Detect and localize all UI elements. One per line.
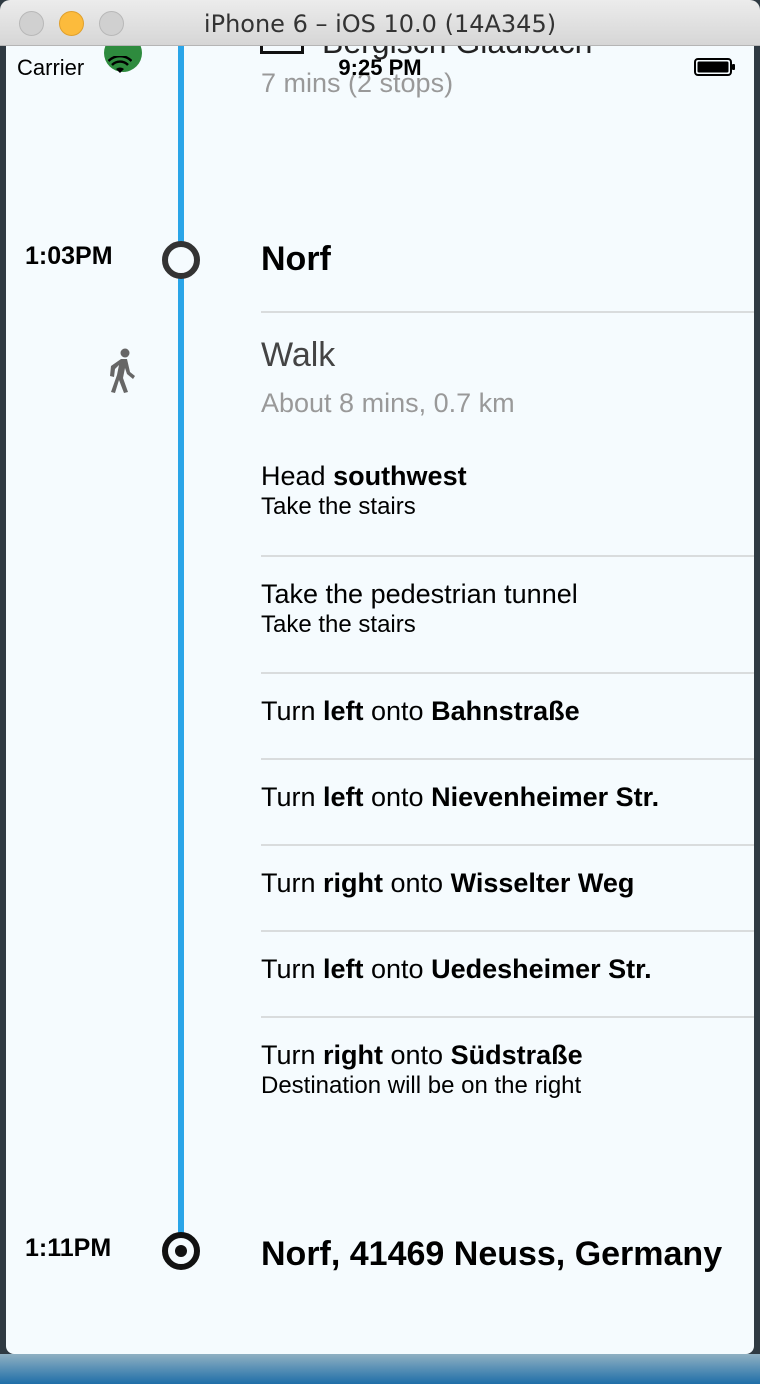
destination-dot: [175, 1245, 187, 1257]
walk-title: Walk: [261, 336, 336, 374]
desktop-background: [0, 1354, 760, 1384]
divider: [261, 311, 754, 313]
walking-person-icon: [110, 348, 135, 393]
simulator-window: iPhone 6 – iOS 10.0 (14A345) Bergisch Gl…: [0, 0, 760, 1384]
direction-step[interactable]: Turn right onto Wisselter Weg: [261, 867, 741, 899]
direction-step[interactable]: Turn left onto Uedesheimer Str.: [261, 953, 741, 985]
phone-screen: Bergisch Gladbach 7 mins (2 stops) Carri…: [6, 46, 754, 1354]
step-instruction: Turn left onto Uedesheimer Str.: [261, 954, 652, 984]
battery-icon: [694, 58, 735, 76]
stop-name: Norf: [261, 240, 331, 278]
window-title: iPhone 6 – iOS 10.0 (14A345): [203, 10, 557, 38]
divider: [261, 1016, 754, 1018]
step-instruction: Take the pedestrian tunnel: [261, 579, 578, 609]
divider: [261, 844, 754, 846]
step-instruction: Turn right onto Südstraße: [261, 1040, 583, 1070]
direction-step[interactable]: Turn right onto Südstraße Destination wi…: [261, 1039, 741, 1101]
step-note: Take the stairs: [261, 493, 416, 520]
timeline-line: [178, 46, 184, 1234]
direction-step[interactable]: Take the pedestrian tunnel Take the stai…: [261, 578, 741, 640]
direction-step[interactable]: Turn left onto Nievenheimer Str.: [261, 781, 741, 813]
step-note: Take the stairs: [261, 611, 416, 638]
stop-time: 1:03PM: [25, 242, 113, 270]
step-instruction: Turn left onto Nievenheimer Str.: [261, 782, 660, 812]
step-instruction: Head southwest: [261, 461, 467, 491]
divider: [261, 758, 754, 760]
destination-time: 1:11PM: [25, 1234, 112, 1262]
destination-circle-icon: [162, 1232, 200, 1270]
direction-step[interactable]: Head southwest Take the stairs: [261, 460, 741, 522]
divider: [261, 930, 754, 932]
divider: [261, 555, 754, 557]
step-instruction: Turn right onto Wisselter Weg: [261, 868, 635, 898]
simulator-titlebar: iPhone 6 – iOS 10.0 (14A345): [0, 0, 760, 46]
status-time: 9:25 PM: [338, 55, 422, 80]
walk-subtitle: About 8 mins, 0.7 km: [261, 388, 515, 418]
status-bar: Carrier 9:25 PM: [6, 46, 754, 86]
direction-step[interactable]: Turn left onto Bahnstraße: [261, 695, 741, 727]
stop-circle-icon: [162, 241, 200, 279]
divider: [261, 672, 754, 674]
step-note: Destination will be on the right: [261, 1072, 582, 1099]
destination-name: Norf, 41469 Neuss, Germany: [261, 1235, 723, 1273]
step-instruction: Turn left onto Bahnstraße: [261, 696, 580, 726]
